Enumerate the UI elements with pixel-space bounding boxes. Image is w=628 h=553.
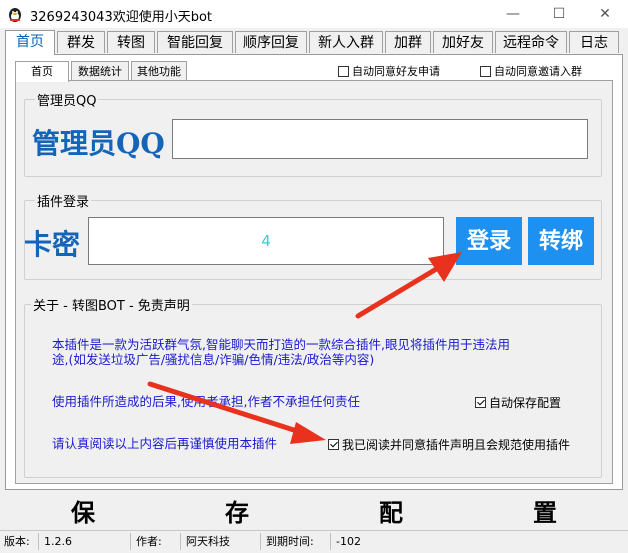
checkbox-box[interactable] (475, 397, 486, 408)
checkbox-label: 自动同意好友申请 (352, 65, 440, 78)
expiry-value: -102 (336, 535, 361, 548)
title-bar: 3269243043欢迎使用小天bot — ☐ ✕ (0, 0, 628, 28)
auto-accept-invite-checkbox[interactable]: 自动同意邀请入群 (480, 63, 582, 79)
window-title: 3269243043欢迎使用小天bot (30, 10, 213, 25)
login-button[interactable]: 登录 (456, 217, 522, 265)
checkbox-label: 自动同意邀请入群 (494, 65, 582, 78)
author-value: 阿天科技 (186, 535, 230, 548)
subtab-other[interactable]: 其他功能 (131, 61, 187, 80)
group-title: 管理员QQ (35, 90, 99, 109)
disclaimer-line: 使用插件所造成的后果,使用者承担,作者不承担任何责任 (52, 394, 360, 409)
card-key-label: 卡密 (24, 228, 81, 261)
save-char: 存 (225, 497, 249, 527)
version-label: 版本: (4, 535, 30, 548)
checkbox-label: 自动保存配置 (489, 396, 562, 410)
rebind-button[interactable]: 转绑 (528, 217, 594, 265)
group-title: 关于 - 转图BOT - 免责声明 (31, 295, 192, 314)
admin-qq-label: 管理员QQ (32, 127, 165, 160)
tab-smart-reply[interactable]: 智能回复 (157, 31, 233, 53)
close-button[interactable]: ✕ (582, 0, 628, 28)
disclaimer-line: 请认真阅读以上内容后再谨慎使用本插件 (52, 436, 278, 451)
subtab-home[interactable]: 首页 (15, 61, 69, 82)
checkbox-label: 我已阅读并同意插件声明且会规范使用插件 (342, 438, 571, 452)
checkbox-box[interactable] (328, 439, 339, 450)
tab-new-member[interactable]: 新人入群 (309, 31, 383, 53)
subtab-statistics[interactable]: 数据统计 (71, 61, 129, 80)
tab-add-friend[interactable]: 加好友 (433, 31, 493, 53)
maximize-button[interactable]: ☐ (536, 0, 582, 28)
checkbox-box[interactable] (338, 65, 349, 77)
tab-broadcast[interactable]: 群发 (57, 31, 105, 53)
auto-accept-friend-checkbox[interactable]: 自动同意好友申请 (338, 63, 440, 79)
divider (180, 533, 181, 550)
expiry-label: 到期时间: (266, 535, 314, 548)
minimize-button[interactable]: — (490, 0, 536, 28)
main-tab-bar: 首页 群发 转图 智能回复 顺序回复 新人入群 加群 加好友 远程命令 日志 (5, 30, 623, 55)
penguin-icon (9, 8, 21, 22)
auto-save-checkbox[interactable]: 自动保存配置 (475, 394, 561, 411)
card-key-input[interactable]: 4 (88, 217, 444, 265)
tab-log[interactable]: 日志 (569, 31, 619, 53)
sub-tab-pane: 管理员QQ 管理员QQ 插件登录 卡密 4 登录 转绑 关于 - 转图BOT -… (15, 80, 613, 484)
save-char: 配 (379, 497, 403, 527)
version-value: 1.2.6 (44, 535, 72, 548)
status-bar: 版本: 1.2.6 作者: 阿天科技 到期时间: -102 (0, 530, 628, 553)
admin-qq-input[interactable] (172, 119, 588, 159)
tab-home[interactable]: 首页 (5, 30, 55, 55)
tab-sequential-reply[interactable]: 顺序回复 (235, 31, 307, 53)
agree-terms-checkbox[interactable]: 我已阅读并同意插件声明且会规范使用插件 (328, 436, 570, 453)
tab-remote-command[interactable]: 远程命令 (495, 31, 567, 53)
disclaimer-line: 途,(如发送垃圾广告/骚扰信息/诈骗/色情/违法/政治等内容) (52, 352, 375, 367)
save-char: 置 (533, 497, 557, 527)
tab-join-group[interactable]: 加群 (385, 31, 431, 53)
save-char: 保 (71, 497, 95, 527)
divider (38, 533, 39, 550)
disclaimer-line: 本插件是一款为活跃群气氛,智能聊天而打造的一款综合插件,眼见将插件用于违法用 (52, 337, 510, 352)
tab-image[interactable]: 转图 (107, 31, 155, 53)
save-config-button[interactable]: 保 存 配 置 (6, 494, 622, 527)
author-label: 作者: (136, 535, 162, 548)
divider (130, 533, 131, 550)
app-window: 3269243043欢迎使用小天bot — ☐ ✕ 首页 群发 转图 智能回复 … (0, 0, 628, 553)
checkbox-box[interactable] (480, 65, 491, 77)
divider (330, 533, 331, 550)
divider (260, 533, 261, 550)
group-title: 插件登录 (35, 191, 92, 210)
